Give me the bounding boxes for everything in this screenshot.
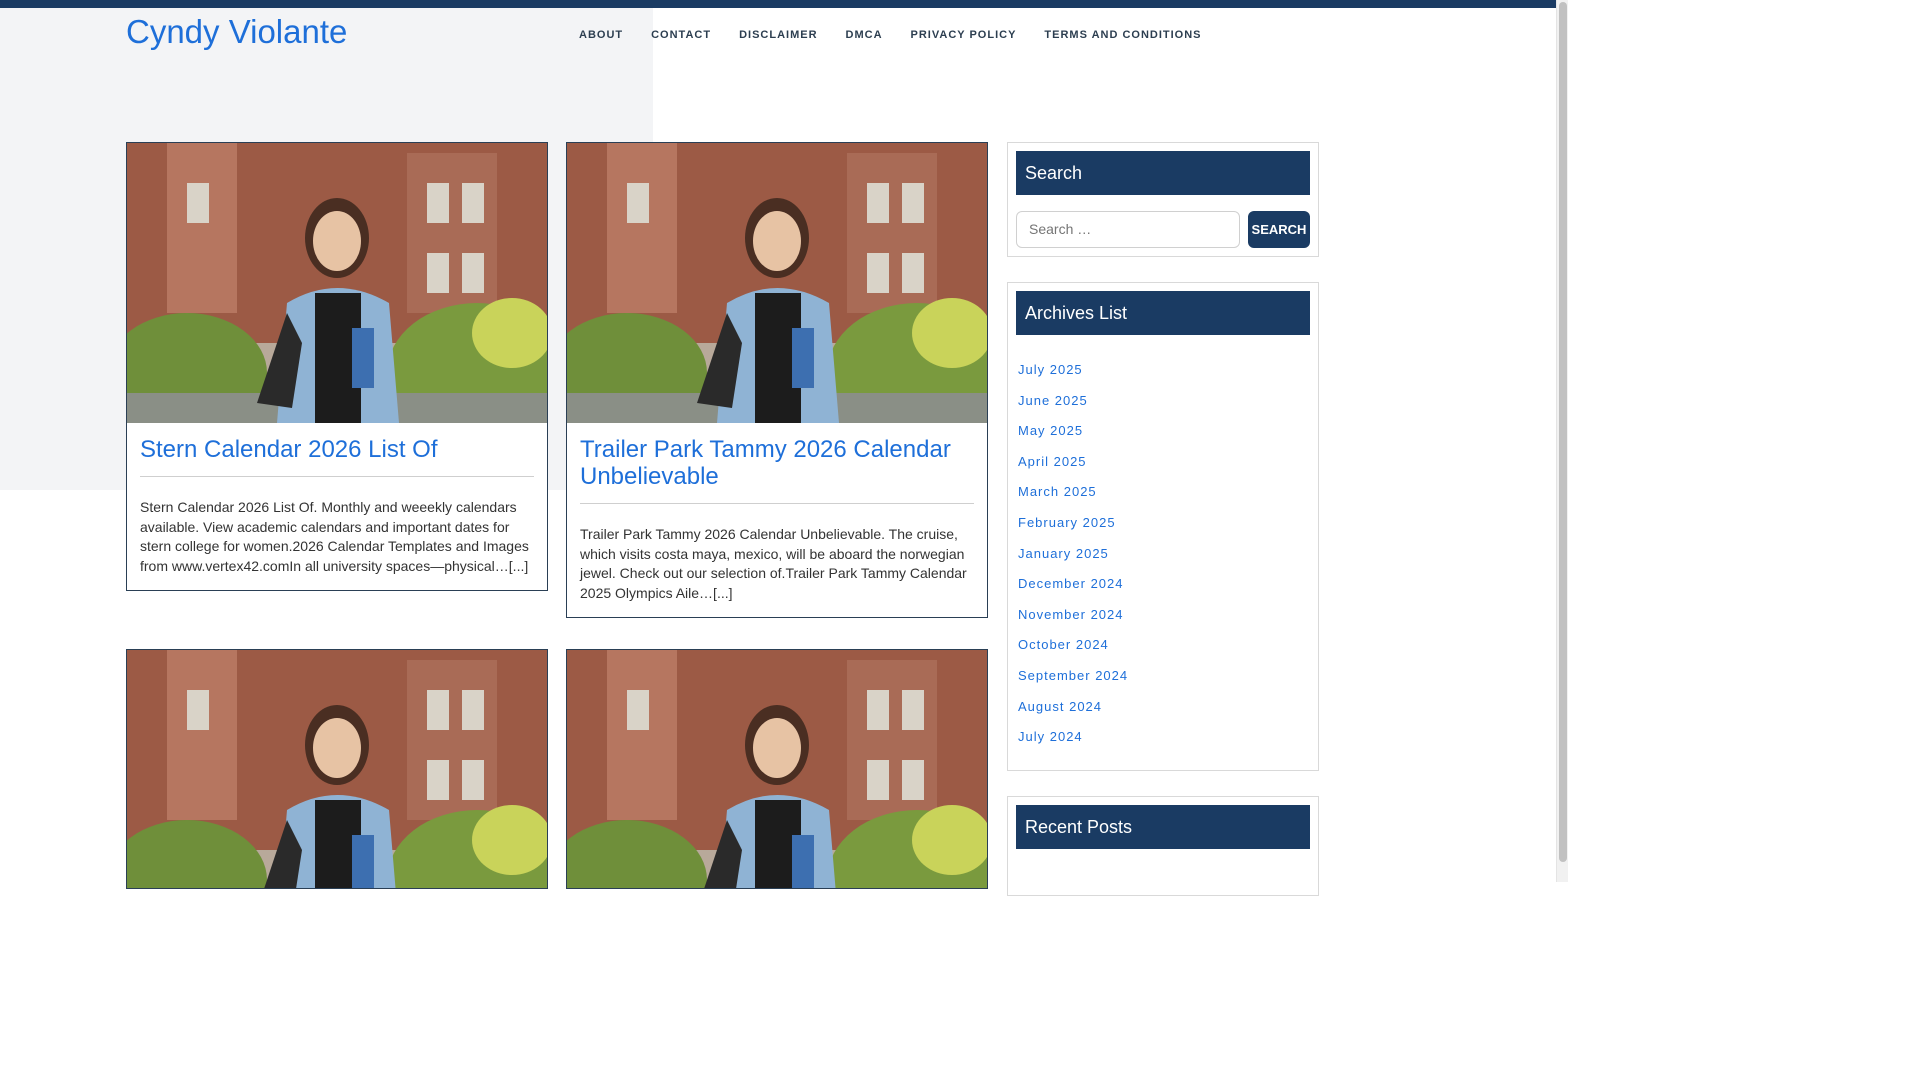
archive-link[interactable]: November 2024 <box>1016 605 1124 625</box>
archive-link[interactable]: January 2025 <box>1016 544 1109 564</box>
site-title[interactable]: Cyndy Violante <box>126 12 347 52</box>
scrollbar[interactable] <box>1556 0 1568 882</box>
archive-link[interactable]: December 2024 <box>1016 574 1124 594</box>
nav-about[interactable]: ABOUT <box>565 27 637 43</box>
post-card <box>566 649 988 889</box>
archive-item: June 2025 <box>1016 391 1310 422</box>
archive-item: April 2025 <box>1016 452 1310 483</box>
nav-dmca[interactable]: DMCA <box>832 27 897 43</box>
archive-link[interactable]: July 2025 <box>1016 360 1083 380</box>
archive-item: January 2025 <box>1016 544 1310 575</box>
top-strip <box>0 0 1568 8</box>
archive-item: July 2024 <box>1016 727 1310 758</box>
post-thumbnail[interactable] <box>567 650 987 889</box>
post-thumbnail[interactable] <box>567 143 987 423</box>
archive-link[interactable]: March 2025 <box>1016 482 1097 502</box>
post-title[interactable]: Trailer Park Tammy 2026 Calendar Unbelie… <box>580 436 974 504</box>
archives-widget-title: Archives List <box>1016 291 1310 335</box>
post-excerpt: Trailer Park Tammy 2026 Calendar Unbelie… <box>580 526 967 601</box>
archive-link[interactable]: July 2024 <box>1016 727 1083 747</box>
archive-item: September 2024 <box>1016 666 1310 697</box>
archive-link[interactable]: June 2025 <box>1016 391 1088 411</box>
recent-posts-widget: Recent Posts <box>1007 796 1319 896</box>
archive-item: October 2024 <box>1016 635 1310 666</box>
search-input[interactable] <box>1016 211 1240 248</box>
archive-item: February 2025 <box>1016 513 1310 544</box>
scrollbar-thumb[interactable] <box>1559 2 1567 862</box>
archive-link[interactable]: April 2025 <box>1016 452 1087 472</box>
recent-posts-widget-title: Recent Posts <box>1016 805 1310 849</box>
archive-link[interactable]: October 2024 <box>1016 635 1109 655</box>
archives-widget: Archives List July 2025 June 2025 May 20… <box>1007 282 1319 771</box>
post-thumbnail[interactable] <box>127 650 547 889</box>
archive-item: August 2024 <box>1016 697 1310 728</box>
archive-link[interactable]: September 2024 <box>1016 666 1128 686</box>
search-widget: Search SEARCH <box>1007 142 1319 257</box>
post-title[interactable]: Stern Calendar 2026 List Of <box>140 436 534 477</box>
post-card: Trailer Park Tammy 2026 Calendar Unbelie… <box>566 142 988 619</box>
archive-item: December 2024 <box>1016 574 1310 605</box>
archive-link[interactable]: February 2025 <box>1016 513 1116 533</box>
nav-contact[interactable]: CONTACT <box>637 27 725 43</box>
nav-terms-and-conditions[interactable]: TERMS AND CONDITIONS <box>1030 27 1215 43</box>
search-button[interactable]: SEARCH <box>1248 211 1310 248</box>
post-excerpt: Stern Calendar 2026 List Of. Monthly and… <box>140 499 529 574</box>
archive-link[interactable]: May 2025 <box>1016 421 1083 441</box>
archive-item: March 2025 <box>1016 482 1310 513</box>
post-card: Stern Calendar 2026 List Of Stern Calend… <box>126 142 548 592</box>
archives-list: July 2025 June 2025 May 2025 April 2025 … <box>1016 360 1310 758</box>
archive-item: November 2024 <box>1016 605 1310 636</box>
archive-item: July 2025 <box>1016 360 1310 391</box>
archive-item: May 2025 <box>1016 421 1310 452</box>
post-thumbnail[interactable] <box>127 143 547 423</box>
nav-disclaimer[interactable]: DISCLAIMER <box>725 27 831 43</box>
nav-privacy-policy[interactable]: PRIVACY POLICY <box>897 27 1031 43</box>
search-widget-title: Search <box>1016 151 1310 195</box>
archive-link[interactable]: August 2024 <box>1016 697 1102 717</box>
post-card <box>126 649 548 889</box>
main-nav: ABOUT CONTACT DISCLAIMER DMCA PRIVACY PO… <box>565 27 1216 43</box>
